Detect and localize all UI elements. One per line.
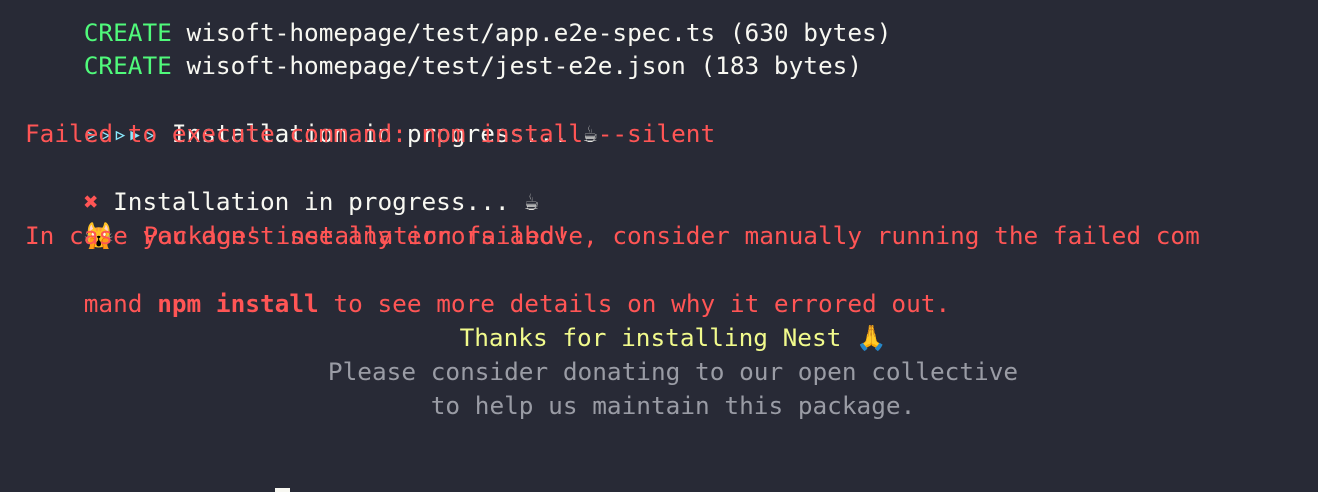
donate-message-1: Please consider donating to our open col… (327, 357, 1019, 386)
create-keyword: CREATE (83, 51, 172, 80)
help-line-1: In case you don't see any errors above, … (25, 221, 1200, 250)
create-line-jest-config: CREATE wisoft-homepage/test/jest-e2e.jso… (25, 15, 862, 80)
terminal-cursor (275, 488, 290, 492)
failed-command-line: Failed to execute command: npm install -… (25, 119, 716, 148)
help-line-2: mand npm install to see more details on … (25, 253, 950, 318)
packages-failed-line: 🙀 Packages installation failed! (25, 185, 570, 250)
help-text-end: to see more details on why it errored ou… (318, 289, 951, 318)
help-text-start: mand (83, 289, 158, 318)
terminal-window[interactable]: CREATE wisoft-homepage/test/app.e2e-spec… (0, 0, 1318, 492)
thanks-message: Thanks for installing Nest 🙏 (459, 323, 887, 352)
failed-progress-line: ✖ Installation in progress... ☕ (25, 151, 539, 216)
progress-line: ▹▹▹▸▹ Installation in progress... ☕ (25, 83, 598, 148)
donate-message-2: to help us maintain this package. (430, 391, 916, 420)
create-path: wisoft-homepage/test/jest-e2e.json (183 … (171, 51, 863, 80)
npm-install-command: npm install (157, 289, 319, 318)
create-line-app-spec: CREATE wisoft-homepage/test/app.e2e-spec… (25, 0, 892, 47)
